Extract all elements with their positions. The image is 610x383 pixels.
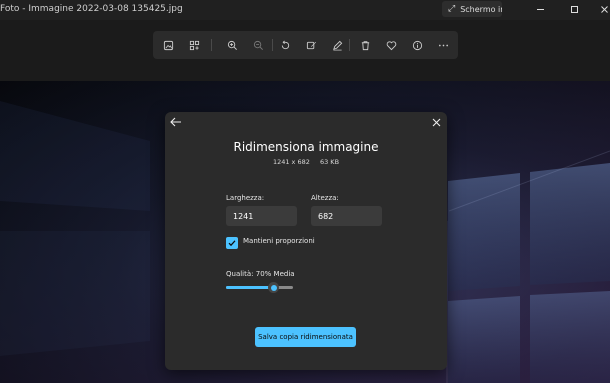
rotate-icon[interactable]: [278, 38, 292, 52]
image-info: 1241 x 682 63 KB: [165, 158, 447, 166]
checkmark-icon: [228, 240, 236, 247]
save-copy-button[interactable]: Salva copia ridimensionata: [255, 327, 356, 347]
minimize-button[interactable]: [530, 2, 550, 16]
info-icon[interactable]: [410, 38, 424, 52]
maximize-button[interactable]: [564, 2, 584, 16]
width-input[interactable]: [226, 206, 297, 226]
fullscreen-button[interactable]: ⤢ Schermo intero: [442, 1, 502, 17]
zoom-out-icon[interactable]: [251, 38, 265, 52]
title-bar: Foto - Immagine 2022-03-08 135425.jpg ⤢ …: [0, 0, 610, 20]
close-dialog-button[interactable]: [429, 115, 443, 129]
toolbar-separator: [211, 39, 212, 51]
quality-slider[interactable]: [226, 282, 293, 293]
slider-fill: [226, 286, 273, 289]
height-input[interactable]: [311, 206, 382, 226]
close-window-button[interactable]: [594, 2, 610, 16]
dialog-title: Ridimensiona immagine: [233, 140, 379, 154]
edit-icon[interactable]: [304, 38, 318, 52]
height-label: Altezza:: [311, 194, 339, 202]
draw-icon[interactable]: [330, 38, 344, 52]
resize-dialog: Ridimensiona immagine 1241 x 682 63 KB L…: [165, 112, 447, 370]
expand-icon: ⤢: [448, 4, 456, 14]
image-file-size: 63 KB: [319, 158, 340, 166]
add-to-album-icon[interactable]: [187, 38, 201, 52]
zoom-in-icon[interactable]: [225, 38, 239, 52]
close-icon: [432, 118, 440, 126]
image-toolbar: [153, 31, 458, 59]
toolbar-area: [0, 20, 610, 81]
delete-icon[interactable]: [358, 38, 372, 52]
more-icon[interactable]: [436, 38, 450, 52]
window-title: Foto - Immagine 2022-03-08 135425.jpg: [0, 4, 183, 14]
back-button[interactable]: [169, 115, 183, 129]
keep-ratio-label: Mantieni proporzioni: [243, 237, 315, 245]
fullscreen-label: Schermo intero: [460, 4, 502, 14]
minimize-icon: [536, 8, 544, 10]
favorite-icon[interactable]: [384, 38, 398, 52]
close-window-icon: [600, 5, 608, 13]
quality-label: Qualità: 70% Media: [226, 270, 295, 278]
keep-ratio-checkbox[interactable]: [226, 237, 238, 249]
toolbar-separator: [349, 39, 350, 51]
width-label: Larghezza:: [226, 194, 265, 202]
arrow-left-icon: [170, 117, 181, 127]
toolbar-separator: [272, 39, 273, 51]
maximize-icon: [570, 5, 578, 13]
image-dimensions: 1241 x 682: [272, 158, 310, 166]
slider-thumb[interactable]: [268, 282, 279, 293]
image-icon[interactable]: [161, 38, 175, 52]
